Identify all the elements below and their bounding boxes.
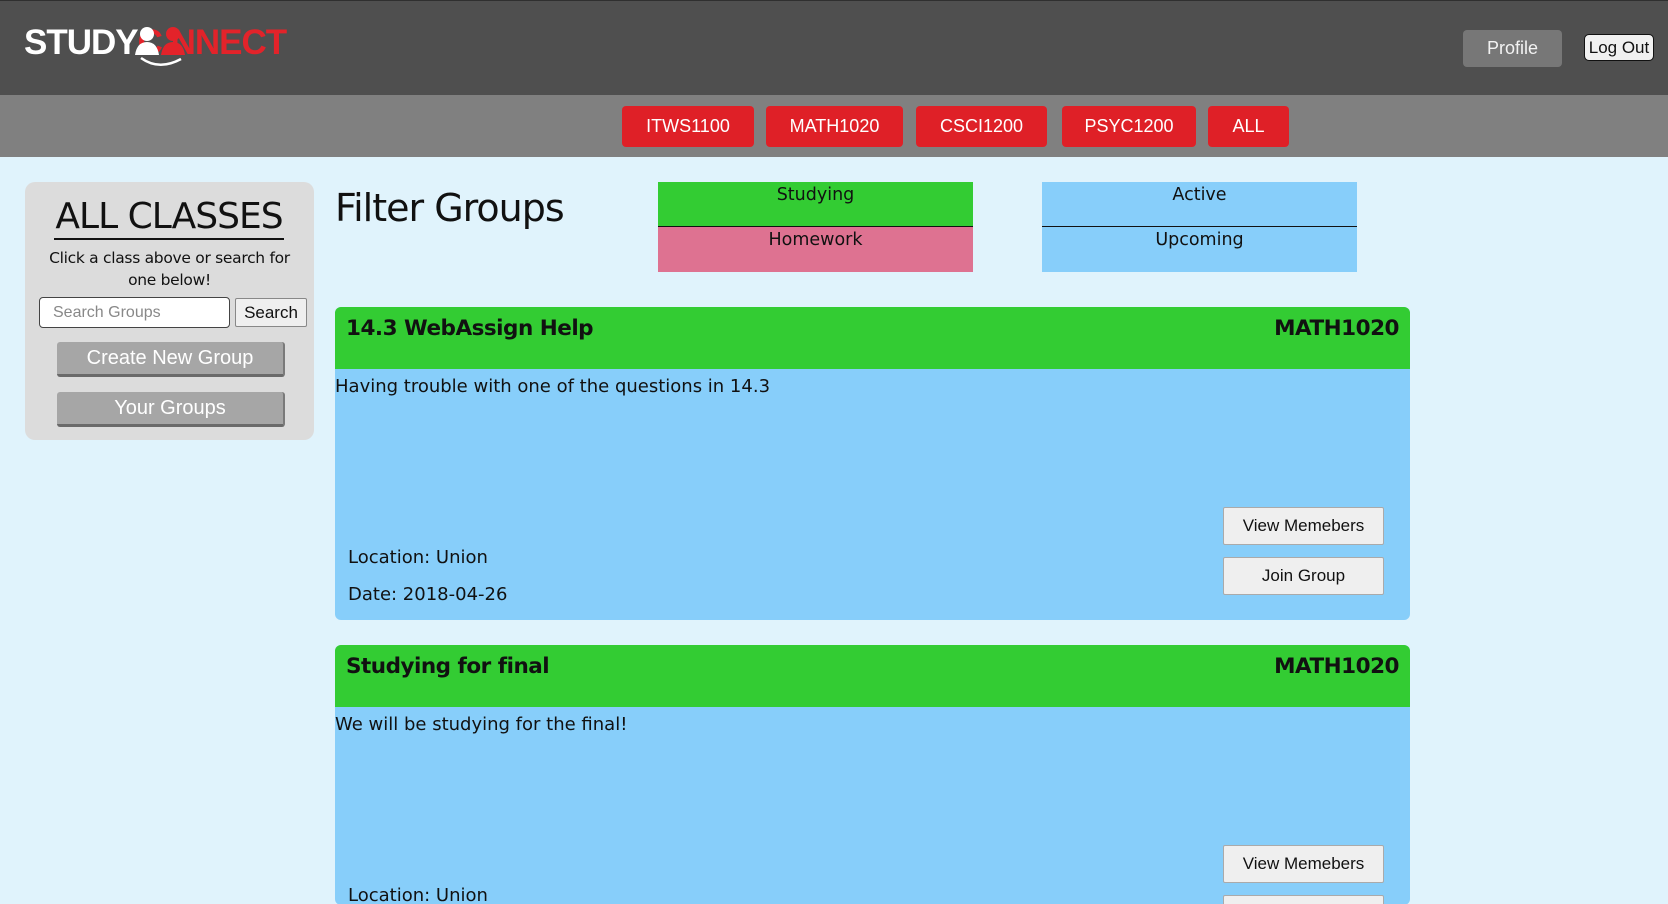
- group-card-header: 14.3 WebAssign Help MATH1020: [335, 307, 1410, 369]
- group-title: 14.3 WebAssign Help: [346, 316, 594, 341]
- class-tab-all[interactable]: ALL: [1208, 106, 1289, 147]
- group-class: MATH1020: [1274, 654, 1399, 679]
- group-title: Studying for final: [346, 654, 550, 679]
- class-tab-csci1200[interactable]: CSCI1200: [916, 106, 1047, 147]
- sidebar-title: ALL CLASSES: [54, 194, 284, 240]
- join-group-button[interactable]: [1223, 895, 1384, 904]
- class-tab-math1020[interactable]: MATH1020: [766, 106, 903, 147]
- filter-upcoming[interactable]: Upcoming: [1042, 227, 1357, 272]
- studyconnect-logo[interactable]: STUDYC NNECT: [24, 23, 344, 67]
- people-icon: [135, 27, 185, 66]
- filter-homework[interactable]: Homework: [658, 227, 973, 272]
- view-members-button[interactable]: View Memebers: [1223, 507, 1384, 545]
- class-tab-itws1100[interactable]: ITWS1100: [622, 106, 754, 147]
- sidebar: ALL CLASSES Click a class above or searc…: [25, 182, 314, 440]
- group-class: MATH1020: [1274, 316, 1399, 341]
- logout-button[interactable]: Log Out: [1584, 34, 1654, 61]
- class-tab-psyc1200[interactable]: PSYC1200: [1062, 106, 1196, 147]
- group-card: Studying for final MATH1020 We will be s…: [335, 645, 1410, 904]
- group-description: We will be studying for the final!: [335, 714, 628, 735]
- view-members-button[interactable]: View Memebers: [1223, 845, 1384, 883]
- logo-study-text: STUDY: [24, 23, 139, 62]
- filter-groups-title: Filter Groups: [335, 186, 565, 230]
- filter-active[interactable]: Active: [1042, 182, 1357, 227]
- join-group-button[interactable]: Join Group: [1223, 557, 1384, 595]
- profile-button[interactable]: Profile: [1463, 30, 1562, 67]
- group-card-header: Studying for final MATH1020: [335, 645, 1410, 707]
- class-nav-bar: ITWS1100 MATH1020 CSCI1200 PSYC1200 ALL: [0, 95, 1668, 157]
- group-location: Location: Union: [348, 547, 488, 568]
- group-location: Location: Union: [348, 885, 488, 904]
- group-card: 14.3 WebAssign Help MATH1020 Having trou…: [335, 307, 1410, 620]
- your-groups-button[interactable]: Your Groups: [57, 392, 285, 427]
- group-date: Date: 2018-04-26: [348, 584, 508, 605]
- search-groups-input[interactable]: [39, 297, 230, 328]
- group-description: Having trouble with one of the questions…: [335, 376, 771, 397]
- create-new-group-button[interactable]: Create New Group: [57, 342, 285, 377]
- top-header: STUDYC NNECT Profile Log Out: [0, 0, 1668, 95]
- search-button[interactable]: Search: [235, 298, 307, 327]
- sidebar-instructions: Click a class above or search for one be…: [49, 249, 290, 289]
- filter-studying[interactable]: Studying: [658, 182, 973, 227]
